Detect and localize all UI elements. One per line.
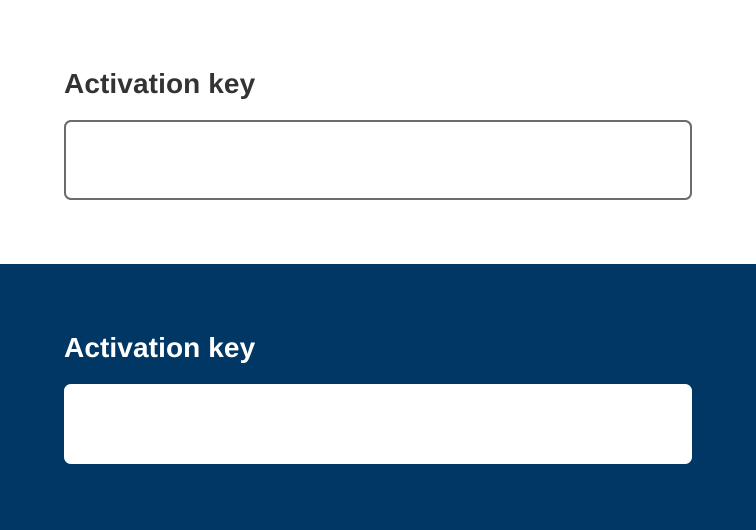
light-theme-section: Activation key [0, 0, 756, 264]
activation-key-input[interactable] [64, 120, 692, 200]
dark-theme-section: Activation key [0, 264, 756, 530]
activation-key-label: Activation key [64, 68, 256, 99]
activation-key-label-dark: Activation key [64, 332, 256, 363]
activation-key-input-dark[interactable] [64, 384, 692, 464]
